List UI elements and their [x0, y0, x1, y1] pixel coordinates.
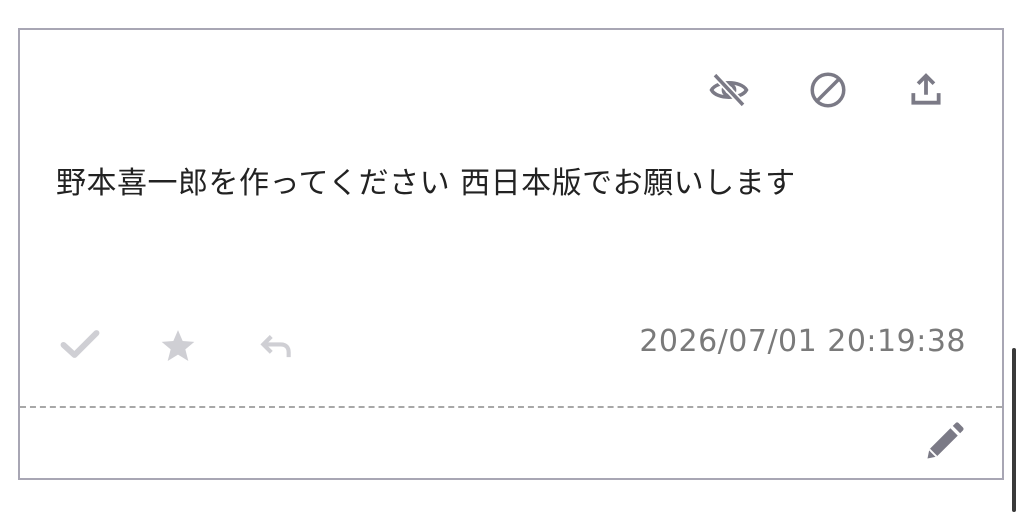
- block-button[interactable]: [804, 66, 852, 114]
- approve-button[interactable]: [56, 320, 104, 368]
- share-icon: [907, 71, 945, 109]
- eye-off-icon: [708, 69, 750, 111]
- hide-button[interactable]: [705, 66, 753, 114]
- message-text: 野本喜一郎を作ってください 西日本版でお願いします: [56, 166, 796, 201]
- top-action-bar: [682, 30, 1002, 150]
- edit-button[interactable]: [920, 418, 968, 466]
- timestamp: 2026/07/01 20:19:38: [639, 324, 966, 359]
- share-button[interactable]: [902, 66, 950, 114]
- reply-icon: [257, 327, 295, 365]
- star-icon: [158, 326, 198, 366]
- favorite-button[interactable]: [154, 322, 202, 370]
- message-card: 野本喜一郎を作ってください 西日本版でお願いします 2026/07/01 20:…: [18, 28, 1004, 480]
- scrollbar[interactable]: [1012, 348, 1016, 512]
- block-icon: [807, 69, 849, 111]
- check-icon: [58, 322, 102, 366]
- pencil-icon: [922, 420, 966, 464]
- message-footer: 2026/07/01 20:19:38: [20, 314, 1002, 374]
- reply-button[interactable]: [252, 322, 300, 370]
- edit-row: [20, 408, 1002, 478]
